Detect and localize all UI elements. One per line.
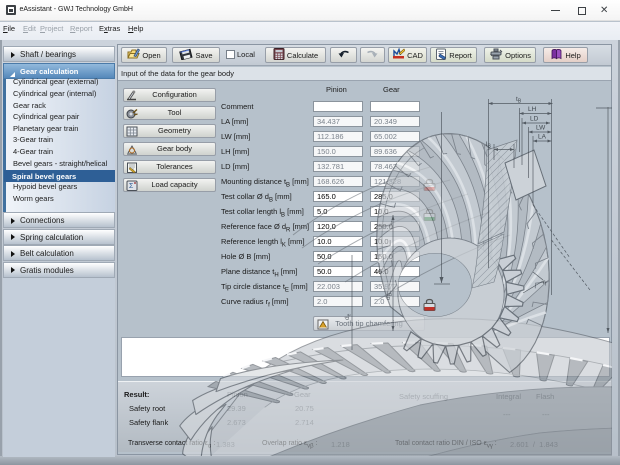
svg-text:Σ: Σ [129, 183, 134, 190]
